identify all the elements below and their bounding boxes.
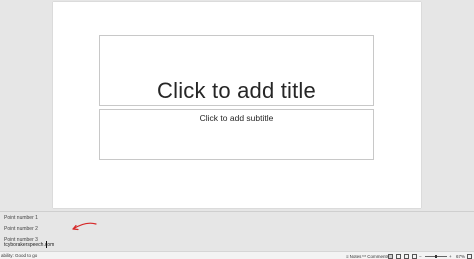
slide-sorter-button[interactable] bbox=[396, 253, 401, 259]
note-line-2[interactable]: Point number 2 bbox=[4, 226, 38, 232]
subtitle-placeholder[interactable]: Click to add subtitle bbox=[99, 109, 374, 160]
status-bar: ability: Good to go ≡ Notes ▭ Comments −… bbox=[0, 251, 474, 259]
zoom-percent[interactable]: 67% bbox=[456, 253, 465, 259]
accessibility-status[interactable]: ability: Good to go bbox=[1, 253, 37, 258]
fit-slide-button[interactable] bbox=[467, 253, 472, 259]
fit-to-window-icon bbox=[467, 253, 472, 259]
zoom-slider[interactable] bbox=[425, 255, 447, 258]
slide-editor: Click to add title Click to add subtitle bbox=[0, 0, 474, 211]
reading-view-icon bbox=[404, 253, 409, 259]
text-caret bbox=[46, 241, 47, 248]
zoom-percent-text: 67% bbox=[456, 253, 466, 259]
slideshow-icon bbox=[412, 253, 417, 259]
notes-icon: ≡ bbox=[346, 253, 349, 259]
slideshow-button[interactable] bbox=[412, 253, 417, 259]
note-line-1[interactable]: Point number 1 bbox=[4, 215, 38, 221]
minus-icon: − bbox=[419, 253, 422, 259]
comments-label: Comments bbox=[367, 253, 390, 259]
plus-icon: + bbox=[449, 253, 452, 259]
normal-view-button[interactable] bbox=[388, 253, 393, 259]
slide-canvas[interactable]: Click to add title Click to add subtitle bbox=[53, 2, 421, 208]
red-arrow-annotation bbox=[72, 222, 97, 231]
subtitle-placeholder-text: Click to add subtitle bbox=[199, 113, 274, 123]
zoom-in-button[interactable]: + bbox=[449, 253, 452, 259]
normal-view-icon bbox=[388, 253, 393, 259]
notes-label: Notes bbox=[349, 253, 362, 259]
title-placeholder-text: Click to add title bbox=[157, 78, 316, 103]
title-placeholder[interactable]: Click to add title bbox=[99, 35, 374, 106]
reading-view-button[interactable] bbox=[404, 253, 409, 259]
zoom-out-button[interactable]: − bbox=[419, 253, 422, 259]
zoom-slider-thumb[interactable] bbox=[435, 255, 438, 258]
notes-button[interactable]: ≡ Notes bbox=[346, 253, 361, 259]
comments-button[interactable]: ▭ Comments bbox=[362, 253, 389, 259]
comment-icon: ▭ bbox=[362, 253, 367, 258]
slide-sorter-icon bbox=[396, 253, 401, 259]
notes-pane[interactable]: Point number 1 Point number 2 Point numb… bbox=[0, 211, 474, 251]
